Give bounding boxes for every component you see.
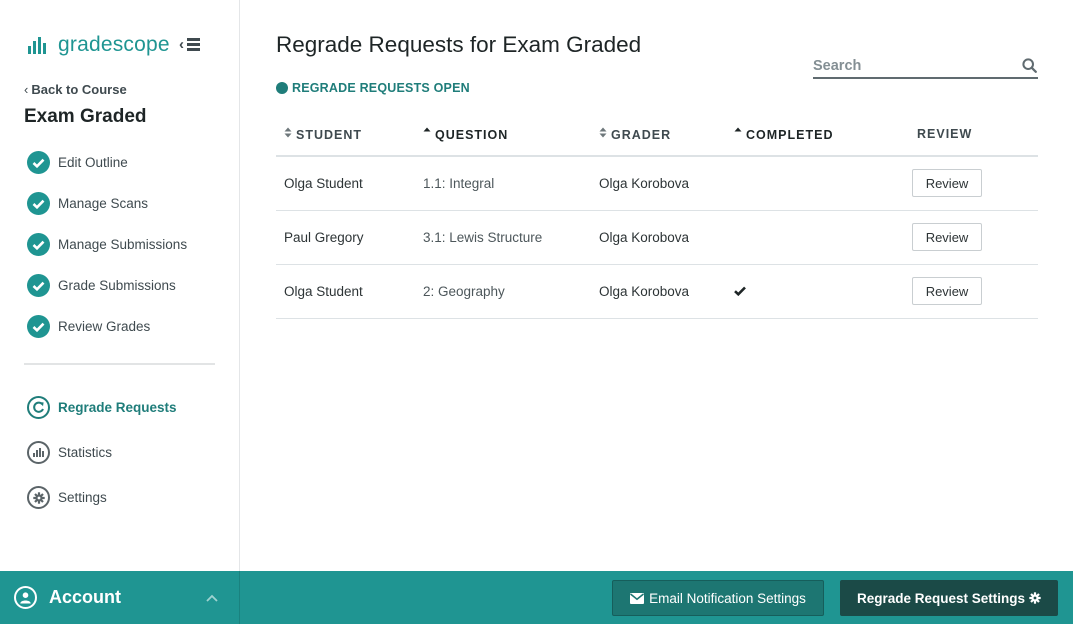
review-cell: Review bbox=[912, 210, 1038, 265]
sidebar-item-settings[interactable]: Settings bbox=[27, 475, 177, 520]
search-icon[interactable] bbox=[1020, 57, 1038, 75]
column-header-review: REVIEW bbox=[912, 113, 1038, 157]
check-circle-icon bbox=[27, 315, 50, 338]
search-input[interactable] bbox=[813, 57, 1020, 74]
grader-cell: Olga Korobova bbox=[593, 264, 729, 319]
logo-text: gradescope bbox=[58, 33, 170, 56]
hamburger-icon bbox=[187, 38, 200, 51]
chevron-up-icon bbox=[206, 591, 218, 605]
status-dot-icon bbox=[276, 82, 288, 94]
student-cell: Paul Gregory bbox=[276, 210, 415, 265]
question-cell: 3.1: Lewis Structure bbox=[415, 210, 593, 265]
sort-both-icon bbox=[599, 127, 607, 140]
question-cell: 2: Geography bbox=[415, 264, 593, 319]
search-field bbox=[813, 54, 1038, 79]
sidebar-item-grade-submissions[interactable]: Grade Submissions bbox=[27, 265, 187, 306]
course-title: Exam Graded bbox=[24, 106, 147, 127]
checkmark-icon bbox=[734, 284, 746, 299]
chevron-left-icon: ‹ bbox=[24, 82, 29, 97]
review-button[interactable]: Review bbox=[912, 169, 982, 198]
table-row: Paul Gregory 3.1: Lewis Structure Olga K… bbox=[276, 210, 1038, 265]
gear-icon bbox=[27, 486, 50, 509]
sidebar-item-regrade-requests[interactable]: Regrade Requests bbox=[27, 385, 177, 430]
grader-cell: Olga Korobova bbox=[593, 210, 729, 265]
table-header-row: STUDENT QUESTION GRADER COMPLETED REVIEW bbox=[276, 113, 1038, 157]
student-cell: Olga Student bbox=[276, 156, 415, 211]
gear-icon bbox=[1029, 592, 1041, 604]
table-row: Olga Student 1.1: Integral Olga Korobova… bbox=[276, 156, 1038, 211]
sidebar: gradescope ‹ ‹ Back to Course Exam Graded… bbox=[0, 0, 240, 571]
regrade-status: REGRADE REQUESTS OPEN bbox=[276, 81, 470, 95]
workflow-steps: Edit Outline Manage Scans Manage Submiss… bbox=[27, 142, 187, 347]
gradescope-logo[interactable]: gradescope bbox=[28, 33, 170, 57]
back-to-course-link[interactable]: ‹ Back to Course bbox=[24, 82, 127, 97]
sort-asc-icon bbox=[423, 127, 431, 140]
review-cell: Review bbox=[912, 264, 1038, 319]
sidebar-item-review-grades[interactable]: Review Grades bbox=[27, 306, 187, 347]
check-circle-icon bbox=[27, 151, 50, 174]
review-cell: Review bbox=[912, 156, 1038, 211]
table-row: Olga Student 2: Geography Olga Korobova … bbox=[276, 264, 1038, 319]
regrade-requests-table: STUDENT QUESTION GRADER COMPLETED REVIEW… bbox=[276, 113, 1038, 319]
regrade-request-settings-button[interactable]: Regrade Request Settings bbox=[840, 580, 1058, 616]
column-header-student[interactable]: STUDENT bbox=[276, 113, 415, 157]
sidebar-item-edit-outline[interactable]: Edit Outline bbox=[27, 142, 187, 183]
check-circle-icon bbox=[27, 192, 50, 215]
chevron-left-icon: ‹ bbox=[179, 36, 184, 53]
check-circle-icon bbox=[27, 233, 50, 256]
column-header-grader[interactable]: GRADER bbox=[593, 113, 729, 157]
completed-cell bbox=[729, 264, 912, 319]
grader-cell: Olga Korobova bbox=[593, 156, 729, 211]
question-cell: 1.1: Integral bbox=[415, 156, 593, 211]
collapse-sidebar-button[interactable]: ‹ bbox=[179, 37, 200, 52]
completed-cell bbox=[729, 210, 912, 265]
student-cell: Olga Student bbox=[276, 264, 415, 319]
footer-bar: Account Email Notification Settings Regr… bbox=[0, 571, 1073, 624]
tool-nav: Regrade Requests Statistics Settings bbox=[27, 385, 177, 520]
page-title: Regrade Requests for Exam Graded bbox=[276, 32, 642, 57]
logo-bars-icon bbox=[28, 36, 46, 54]
check-circle-icon bbox=[27, 274, 50, 297]
sidebar-item-statistics[interactable]: Statistics bbox=[27, 430, 177, 475]
account-menu[interactable]: Account bbox=[0, 571, 240, 624]
sort-asc-icon bbox=[734, 127, 742, 140]
review-button[interactable]: Review bbox=[912, 277, 982, 305]
bar-chart-icon bbox=[27, 441, 50, 464]
sidebar-divider bbox=[24, 363, 215, 365]
sort-both-icon bbox=[284, 127, 292, 140]
completed-cell bbox=[729, 156, 912, 211]
sidebar-item-manage-submissions[interactable]: Manage Submissions bbox=[27, 224, 187, 265]
column-header-completed[interactable]: COMPLETED bbox=[729, 113, 912, 157]
review-button[interactable]: Review bbox=[912, 223, 982, 251]
column-header-question[interactable]: QUESTION bbox=[415, 113, 593, 157]
sidebar-item-manage-scans[interactable]: Manage Scans bbox=[27, 183, 187, 224]
envelope-icon bbox=[630, 592, 645, 604]
email-notification-settings-button[interactable]: Email Notification Settings bbox=[612, 580, 824, 616]
user-icon bbox=[14, 586, 37, 609]
refresh-icon bbox=[27, 396, 50, 419]
